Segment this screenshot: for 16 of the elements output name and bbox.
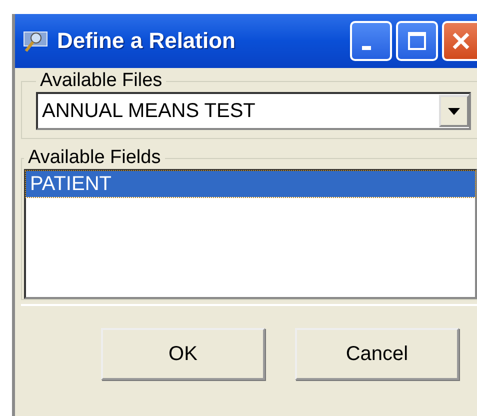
group-label: Available Files <box>39 70 164 92</box>
caret-icon <box>448 108 460 114</box>
maximize-button[interactable] <box>396 21 438 61</box>
group-label: Available Fields <box>27 147 162 169</box>
maximize-icon <box>407 31 427 51</box>
ok-button[interactable]: OK <box>101 328 265 380</box>
close-button[interactable] <box>442 21 477 61</box>
cancel-button[interactable]: Cancel <box>295 328 459 380</box>
minimize-button[interactable] <box>350 21 392 61</box>
window-title: Define a Relation <box>57 28 236 54</box>
list-item[interactable]: PATIENT <box>26 171 475 197</box>
dropdown-button[interactable] <box>439 95 469 127</box>
close-icon <box>450 30 472 52</box>
minimize-icon <box>362 46 370 50</box>
magnifier-icon <box>23 30 49 52</box>
file-dropdown[interactable]: ANNUAL MEANS TEST <box>36 92 471 130</box>
